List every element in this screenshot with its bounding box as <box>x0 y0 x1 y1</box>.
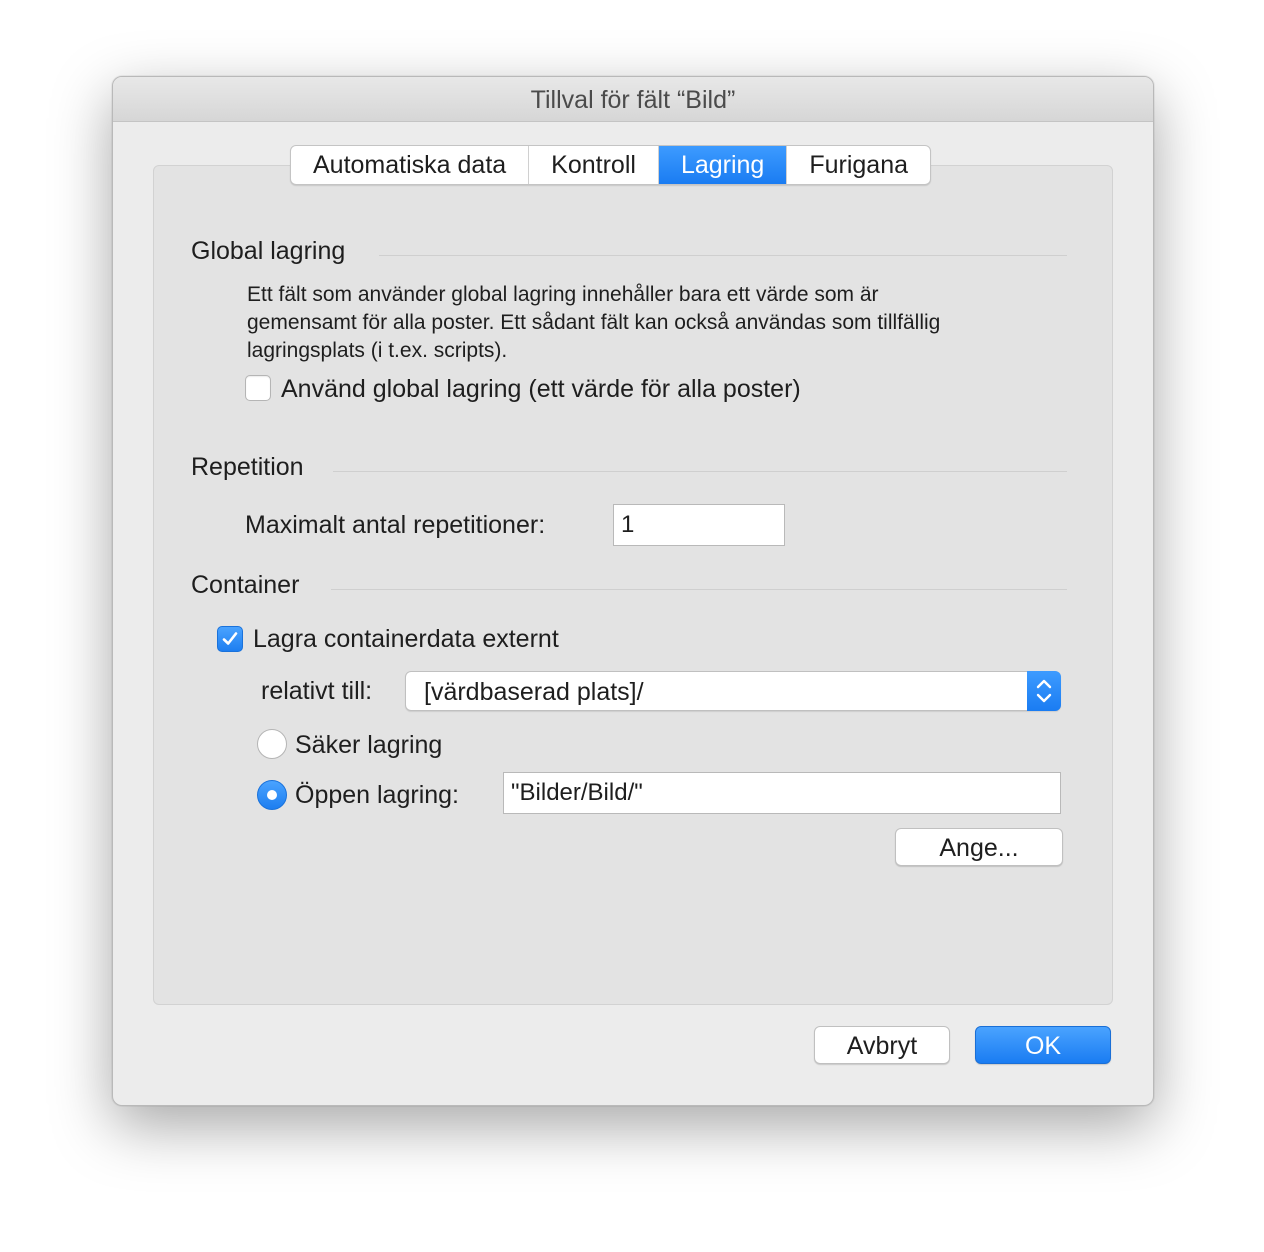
global-description: Ett fält som använder global lagring inn… <box>247 283 941 362</box>
cancel-button[interactable]: Avbryt <box>814 1026 950 1064</box>
set-path-button[interactable]: Ange... <box>895 828 1063 866</box>
secure-storage-label: Säker lagring <box>295 731 443 759</box>
relative-to-value: [värdbaserad plats]/ <box>424 678 644 706</box>
max-repetitions-input[interactable] <box>613 504 785 546</box>
external-storage-checkbox[interactable] <box>217 626 243 652</box>
open-storage-label: Öppen lagring: <box>295 781 460 809</box>
global-section-title: Global lagring <box>191 237 346 265</box>
window-title: Tillval för fält “Bild” <box>113 77 1153 122</box>
chevron-up-down-icon <box>1036 679 1052 703</box>
options-dialog: Tillval för fält “Bild” Automatiska data… <box>112 76 1154 1106</box>
tab-lagring[interactable]: Lagring <box>658 146 788 184</box>
tab-automatiska-data[interactable]: Automatiska data <box>291 146 530 184</box>
secure-storage-radio[interactable] <box>257 729 287 759</box>
repetition-section-title: Repetition <box>191 453 304 481</box>
container-section-divider <box>331 589 1067 590</box>
tab-furigana[interactable]: Furigana <box>787 146 930 184</box>
relative-to-label: relativt till: <box>261 677 373 705</box>
repetition-section-divider <box>333 471 1067 472</box>
global-section-divider <box>379 255 1067 256</box>
global-storage-checkbox[interactable] <box>245 375 271 401</box>
tab-bar: Automatiska data Kontroll Lagring Furiga… <box>290 145 932 185</box>
checkmark-icon <box>222 632 238 645</box>
ok-button[interactable]: OK <box>975 1026 1111 1064</box>
tab-kontroll[interactable]: Kontroll <box>529 146 659 184</box>
open-storage-radio[interactable] <box>257 780 287 810</box>
container-section-title: Container <box>191 571 300 599</box>
relative-to-select[interactable]: [värdbaserad plats]/ <box>405 671 1061 711</box>
global-storage-label: Använd global lagring (ett värde för all… <box>281 375 801 403</box>
external-storage-label: Lagra containerdata externt <box>253 625 559 653</box>
select-stepper[interactable] <box>1027 671 1061 711</box>
max-repetitions-label: Maximalt antal repetitioner: <box>245 511 546 539</box>
open-storage-path-input[interactable] <box>503 772 1061 814</box>
